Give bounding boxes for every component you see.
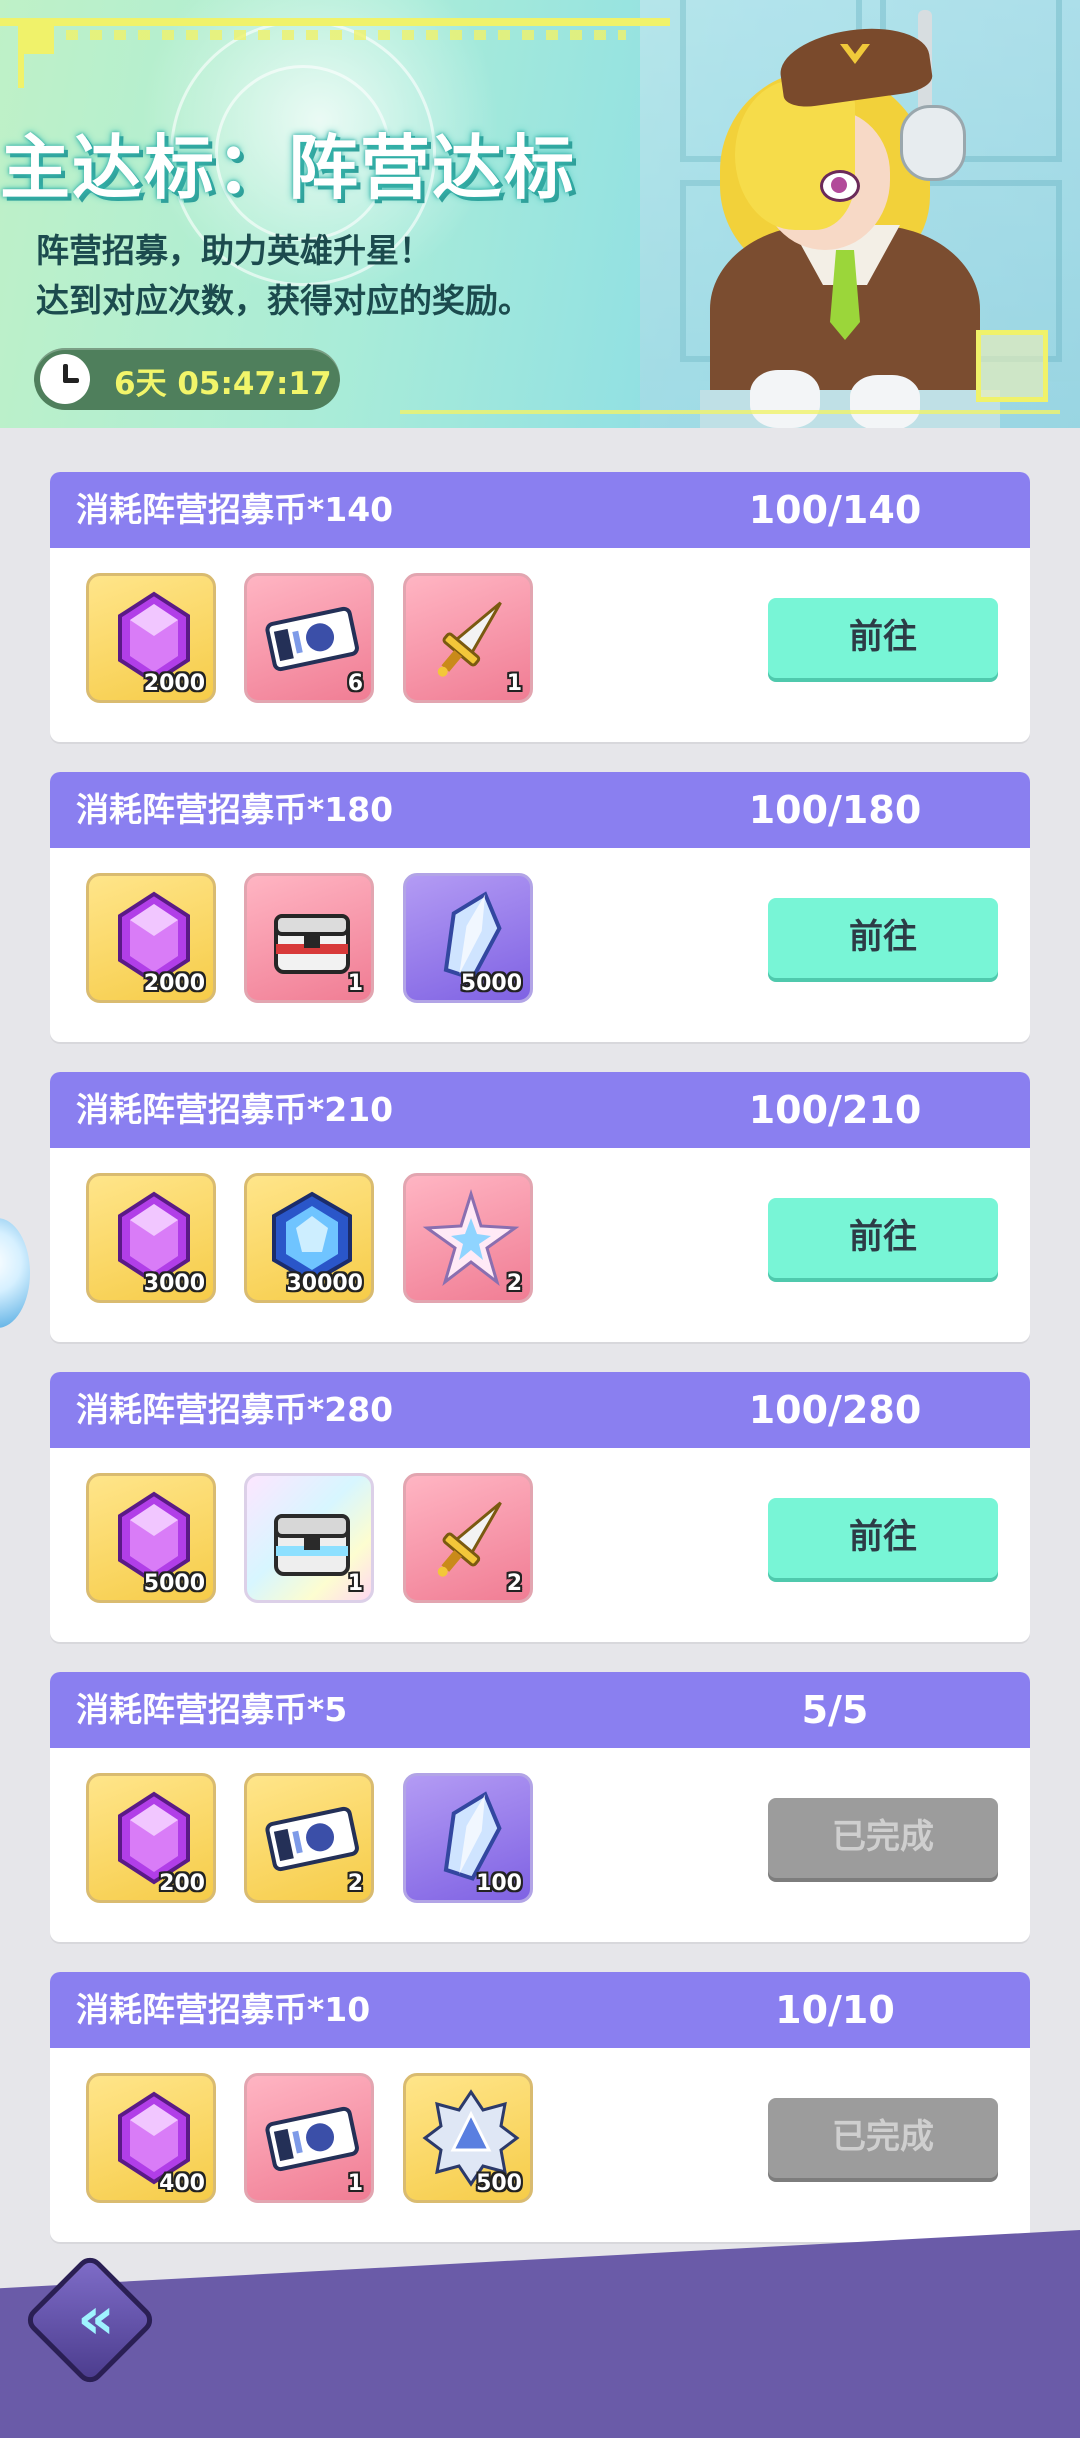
reward-count: 6: [347, 671, 363, 696]
reward-item[interactable]: 400: [86, 2073, 216, 2203]
description-line-1: 阵营招募，助力英雄升星！: [36, 231, 432, 270]
task-title: 消耗阵营招募币*180: [76, 790, 394, 829]
reward-count: 2: [506, 1571, 522, 1596]
reward-item[interactable]: 30000: [244, 1173, 374, 1303]
decor-square: [20, 18, 54, 54]
reward-count: 1: [347, 2171, 363, 2196]
countdown-timer: 6天 05:47:17: [34, 348, 340, 410]
countdown-text: 6天 05:47:17: [114, 366, 332, 402]
task-card-header: 消耗阵营招募币*180 100/180: [50, 772, 1030, 848]
reward-count: 30000: [286, 1271, 363, 1296]
task-card: 消耗阵营招募币*280 100/280 5000 1 2 前往: [50, 1372, 1030, 1642]
reward-item[interactable]: 2000: [86, 573, 216, 703]
reward-item[interactable]: 2: [403, 1473, 533, 1603]
reward-item[interactable]: 5000: [86, 1473, 216, 1603]
reward-count: 5000: [460, 971, 522, 996]
reward-item[interactable]: 200: [86, 1773, 216, 1903]
go-button[interactable]: 前往: [768, 598, 998, 678]
reward-count: 5000: [143, 1571, 205, 1596]
task-card: 消耗阵营招募币*210 100/210 3000 30000 2 前往: [50, 1072, 1030, 1342]
task-card-header: 消耗阵营招募币*280 100/280: [50, 1372, 1030, 1448]
completed-button[interactable]: 已完成: [768, 1798, 998, 1878]
task-title: 消耗阵营招募币*280: [76, 1390, 394, 1429]
reward-count: 100: [476, 1871, 522, 1896]
reward-count: 400: [159, 2171, 205, 2196]
clock-icon: [40, 354, 90, 404]
description-line-2: 达到对应次数，获得对应的奖励。: [36, 281, 531, 320]
event-title: 主达标：阵营达标: [0, 127, 576, 209]
task-progress: 10/10: [775, 1988, 895, 2032]
reward-item[interactable]: 2: [403, 1173, 533, 1303]
task-progress: 100/280: [748, 1388, 922, 1432]
reward-count: 2: [506, 1271, 522, 1296]
task-card: 消耗阵营招募币*10 10/10 400 1 500 已完成: [50, 1972, 1030, 2242]
decor-corner-square: [976, 330, 1048, 402]
reward-item[interactable]: 5000: [403, 873, 533, 1003]
reward-item[interactable]: 500: [403, 2073, 533, 2203]
reward-item[interactable]: 3000: [86, 1173, 216, 1303]
task-card: 消耗阵营招募币*180 100/180 2000 1 5000 前往: [50, 772, 1030, 1042]
task-title: 消耗阵营招募币*10: [76, 1990, 371, 2029]
reward-count: 2: [347, 1871, 363, 1896]
side-floating-bubble[interactable]: [0, 1218, 30, 1328]
task-card-header: 消耗阵营招募币*10 10/10: [50, 1972, 1030, 2048]
task-title: 消耗阵营招募币*140: [76, 490, 394, 529]
task-card: 消耗阵营招募币*140 100/140 2000 6 1 前往: [50, 472, 1030, 742]
reward-count: 200: [159, 1871, 205, 1896]
reward-item[interactable]: 6: [244, 573, 374, 703]
reward-item[interactable]: 100: [403, 1773, 533, 1903]
go-button[interactable]: 前往: [768, 1198, 998, 1278]
task-progress: 5/5: [801, 1688, 869, 1732]
reward-item[interactable]: 1: [244, 2073, 374, 2203]
task-title: 消耗阵营招募币*210: [76, 1090, 394, 1129]
reward-count: 1: [347, 1571, 363, 1596]
go-button[interactable]: 前往: [768, 1498, 998, 1578]
event-banner: 主达标：阵营达标 阵营招募，助力英雄升星！ 达到对应次数，获得对应的奖励。 6天…: [0, 0, 1080, 428]
reward-count: 1: [506, 671, 522, 696]
event-description: 阵营招募，助力英雄升星！ 达到对应次数，获得对应的奖励。: [36, 226, 531, 326]
reward-count: 3000: [143, 1271, 205, 1296]
reward-count: 500: [476, 2171, 522, 2196]
reward-item[interactable]: 1: [244, 1473, 374, 1603]
task-progress: 100/210: [748, 1088, 922, 1132]
bottom-bar: [0, 2230, 1080, 2438]
completed-button[interactable]: 已完成: [768, 2098, 998, 2178]
reward-item[interactable]: 2: [244, 1773, 374, 1903]
go-button[interactable]: 前往: [768, 898, 998, 978]
reward-count: 2000: [143, 671, 205, 696]
task-progress: 100/180: [748, 788, 922, 832]
double-chevron-left-icon[interactable]: «: [42, 2272, 138, 2368]
task-progress: 100/140: [748, 488, 922, 532]
decor-line: [0, 18, 670, 26]
task-card-header: 消耗阵营招募币*210 100/210: [50, 1072, 1030, 1148]
task-card-header: 消耗阵营招募币*140 100/140: [50, 472, 1030, 548]
task-card: 消耗阵营招募币*5 5/5 200 2 100 已完成: [50, 1672, 1030, 1942]
reward-item[interactable]: 1: [403, 573, 533, 703]
reward-item[interactable]: 2000: [86, 873, 216, 1003]
reward-count: 1: [347, 971, 363, 996]
task-title: 消耗阵营招募币*5: [76, 1690, 348, 1729]
reward-item[interactable]: 1: [244, 873, 374, 1003]
reward-count: 2000: [143, 971, 205, 996]
task-card-header: 消耗阵营招募币*5 5/5: [50, 1672, 1030, 1748]
